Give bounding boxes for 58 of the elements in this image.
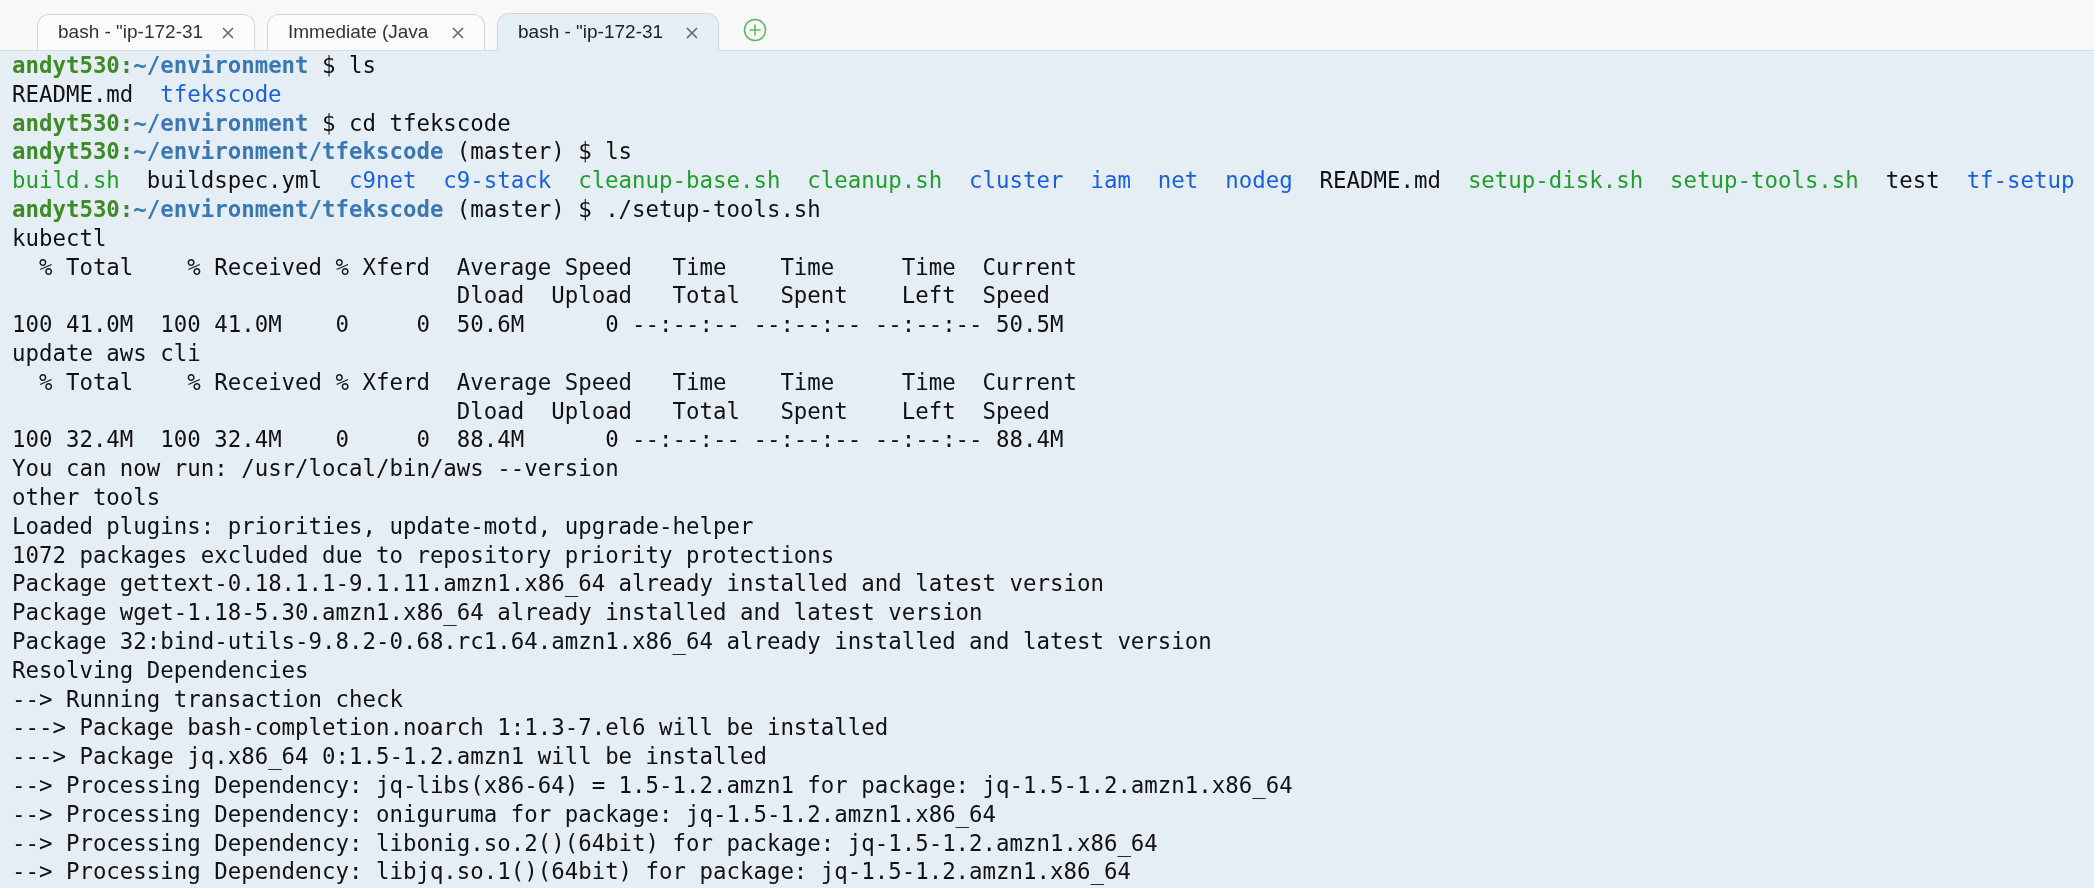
output-line: update aws cli <box>12 338 201 368</box>
command-text: (master) $ ls <box>456 137 633 167</box>
directory-entry: tf-setup <box>1966 166 2075 195</box>
output-line: --> Processing Dependency: jq-libs(x86-64) = 1.5-1.2.amzn1 for package: jq-1.5-1.2.amzn1.x86_64 <box>12 770 1293 800</box>
prompt-user: andyt530: <box>12 195 134 224</box>
command-text: $ ls <box>322 51 376 80</box>
output-line: --> Processing Dependency: libjq.so.1()(64bit) for package: jq-1.5-1.2.amzn1.x86_64 <box>12 857 1131 887</box>
output-line: 100 41.0M 100 41.0M 0 0 50.6M 0 --:--:-- --:--:-- --:--:-- 50.5M <box>12 310 1064 339</box>
close-icon[interactable] <box>452 26 464 39</box>
output-line: Package wget-1.18-5.30.amzn1.x86_64 already installed and latest version <box>12 598 983 627</box>
executable-entry: cleanup.sh <box>807 166 943 195</box>
output-line: You can now run: /usr/local/bin/aws --version <box>12 454 619 483</box>
command-text: (master) $ ./setup-tools.sh <box>456 195 821 224</box>
terminal-tab[interactable]: Immediate (Java <box>267 14 485 50</box>
file-entry: test <box>1885 166 1940 195</box>
output-line: ---> Package jq.x86_64 0:1.5-1.2.amzn1 will be installed <box>12 742 767 771</box>
output-line: Package 32:bind-utils-9.8.2-0.68.rc1.64.amzn1.x86_64 already installed and latest version <box>12 626 1212 656</box>
output-line: --> Running transaction check <box>12 684 403 714</box>
file-entry: README.md <box>12 79 134 109</box>
prompt-path: ~/environment/tfekscode <box>133 137 444 167</box>
file-entry: README.md <box>1319 166 1441 195</box>
directory-entry: tfekscode <box>160 79 282 109</box>
close-icon[interactable] <box>222 26 234 39</box>
output-line: % Total % Received % Xferd Average Speed Time Time Time Current <box>37 252 1077 282</box>
command-text: $ cd tfekscode <box>322 108 511 138</box>
directory-entry: cluster <box>969 166 1064 195</box>
output-line: ---> Package bash-completion.noarch 1:1.3-7.el6 will be installed <box>12 713 889 743</box>
output-line: 1072 packages excluded due to repository priority protections <box>12 540 835 570</box>
output-line: Loaded plugins: priorities, update-motd, upgrade-helper <box>12 511 754 541</box>
prompt-path: ~/environment <box>133 51 309 80</box>
executable-entry: cleanup-base.sh <box>578 166 781 195</box>
output-line: Package gettext-0.18.1.1-9.1.11.amzn1.x86_64 already installed and latest version <box>12 569 1104 599</box>
directory-entry: c9-stack <box>443 166 552 195</box>
directory-entry: iam <box>1090 166 1131 195</box>
executable-entry: setup-tools.sh <box>1670 166 1859 195</box>
close-icon[interactable] <box>686 26 698 39</box>
executable-entry: build.sh <box>12 166 120 195</box>
output-line: Dload Upload Total Spent Left Speed <box>455 396 1050 426</box>
output-line: --> Processing Dependency: oniguruma for package: jq-1.5-1.2.amzn1.x86_64 <box>12 799 997 829</box>
prompt-user: andyt530: <box>12 108 134 138</box>
output-line: Resolving Dependencies <box>12 655 309 685</box>
directory-entry: net <box>1157 166 1199 195</box>
prompt-path: ~/environment <box>133 108 309 138</box>
prompt-user: andyt530: <box>12 51 134 80</box>
executable-entry: setup-disk.sh <box>1467 166 1644 195</box>
file-entry: buildspec.yml <box>146 166 323 195</box>
output-line: % Total % Received % Xferd Average Speed Time Time Time Current <box>37 367 1077 397</box>
terminal-tab[interactable]: bash - "ip-172-31 <box>497 13 719 51</box>
prompt-user: andyt530: <box>12 137 134 167</box>
output-line: other tools <box>12 482 161 512</box>
prompt-path: ~/environment/tfekscode <box>133 195 444 224</box>
output-line: Dload Upload Total Spent Left Speed <box>455 281 1050 311</box>
output-line: --> Processing Dependency: libonig.so.2()(64bit) for package: jq-1.5-1.2.amzn1.x86_64 <box>12 828 1158 858</box>
terminal-tab[interactable]: bash - "ip-172-31 <box>37 14 255 50</box>
directory-entry: c9net <box>349 166 417 195</box>
output-line: 100 32.4M 100 32.4M 0 0 88.4M 0 --:--:-- --:--:-- --:--:-- 88.4M <box>12 425 1064 455</box>
directory-entry: nodeg <box>1225 166 1293 195</box>
output-line: kubectl <box>12 223 107 253</box>
